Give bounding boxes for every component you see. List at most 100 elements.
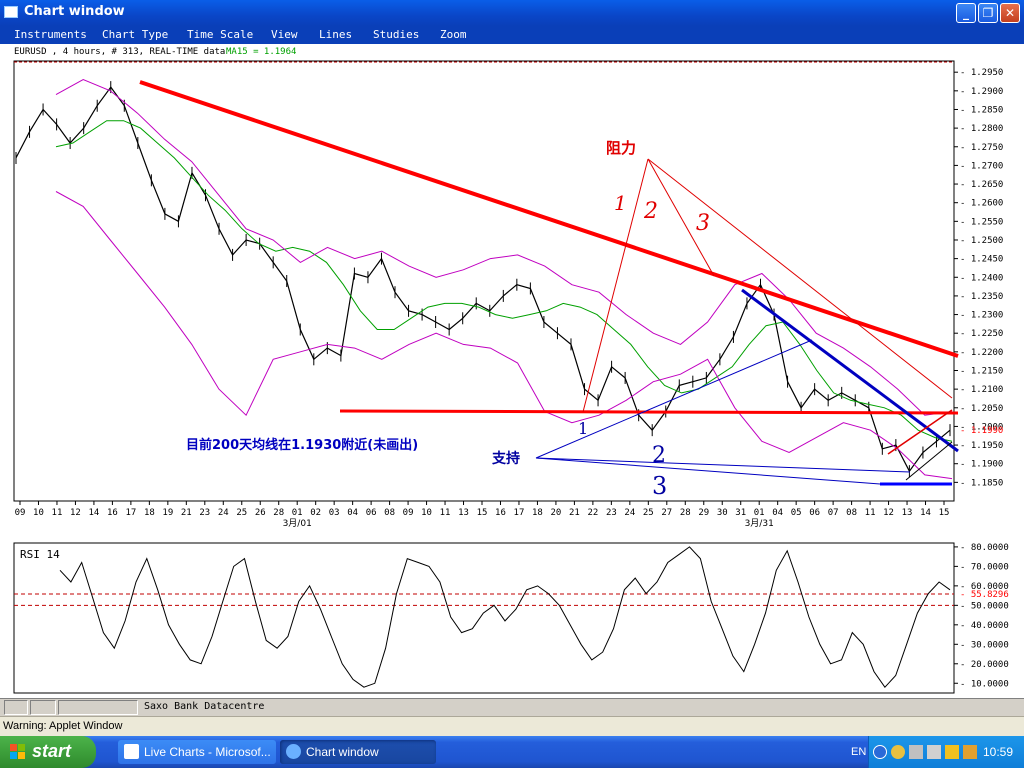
resistance-number-2: 2 <box>643 199 658 224</box>
price-y-tick-label: - 1.1900 <box>960 460 1003 470</box>
resistance-number-3: 3 <box>696 211 710 236</box>
price-x-tick-label: 08 <box>846 508 857 518</box>
price-x-tick-label: 04 <box>772 508 783 518</box>
price-x-tick-label: 11 <box>865 508 876 518</box>
window-icon <box>4 6 18 18</box>
tray-tools-icon[interactable] <box>909 745 923 759</box>
language-indicator[interactable]: EN <box>851 746 866 758</box>
price-y-tick-label: - 1.2150 <box>960 366 1003 376</box>
taskbar-item-chart-window[interactable]: Chart window <box>280 740 436 764</box>
resistance-number-1: 1 <box>614 191 627 215</box>
price-x-tick-label: 25 <box>236 508 247 518</box>
system-tray: EN 10:59 <box>851 736 1024 768</box>
price-x-tick-label: 26 <box>255 508 266 518</box>
price-x-tick-label: 31 <box>735 508 746 518</box>
start-label: start <box>32 741 72 761</box>
price-x-tick-label: 27 <box>661 508 672 518</box>
menu-lines[interactable]: Lines <box>319 28 352 41</box>
maximize-button[interactable]: ❐ <box>978 3 998 23</box>
rsi-y-tick-label: - 40.0000 <box>960 621 1009 631</box>
price-x-tick-label: 16 <box>495 508 506 518</box>
price-month-label: 3月/01 <box>283 518 312 529</box>
price-x-tick-label: 17 <box>514 508 525 518</box>
price-y-tick-label: - 1.2200 <box>960 348 1003 358</box>
price-month-label: 3月/31 <box>745 518 774 529</box>
support-number-3: 3 <box>652 472 667 500</box>
price-x-tick-label: 16 <box>107 508 118 518</box>
last-price-label: - 1.1990 <box>960 426 1003 436</box>
price-x-tick-label: 14 <box>920 508 931 518</box>
support-horizontal-line <box>339 409 959 415</box>
price-x-tick-label: 23 <box>199 508 210 518</box>
price-x-tick-label: 04 <box>347 508 358 518</box>
price-y-tick-label: - 1.2700 <box>960 161 1003 171</box>
price-x-tick-label: 30 <box>717 508 728 518</box>
status-row: Saxo Bank Datacentre <box>0 698 1024 716</box>
tray-warning-icon[interactable] <box>945 745 959 759</box>
menu-bar: Instruments Chart Type Time Scale View L… <box>0 26 1024 44</box>
instrument-info: EURUSD , 4 hours, # 313, REAL-TIME data <box>14 47 226 57</box>
price-x-tick-label: 12 <box>883 508 894 518</box>
scroll-left-button[interactable] <box>4 700 28 715</box>
price-x-tick-label: 21 <box>569 508 580 518</box>
price-x-tick-label: 13 <box>902 508 913 518</box>
price-plot-frame <box>13 60 955 502</box>
start-button[interactable]: start <box>0 736 96 768</box>
price-y-tick-label: - 1.2850 <box>960 105 1003 115</box>
ie-window-icon <box>124 744 139 759</box>
data-source: Saxo Bank Datacentre <box>144 701 265 712</box>
price-y-tick-label: - 1.2350 <box>960 292 1003 302</box>
price-y-tick-label: - 1.1850 <box>960 478 1003 488</box>
price-y-tick-label: - 1.2750 <box>960 143 1003 153</box>
price-x-axis: 09 10 11 12 14 16 17 18 19 21 23 24 25 26 28 01 02 03 04 06… <box>15 501 950 529</box>
status-cell <box>58 700 138 715</box>
price-x-tick-label: 15 <box>477 508 488 518</box>
price-chart[interactable]: - 1.2950 - 1.2900 - 1.2850 - 1.2800 - 1.2750… <box>0 58 1024 538</box>
price-x-tick-label: 05 <box>791 508 802 518</box>
price-x-tick-label: 09 <box>15 508 26 518</box>
close-button[interactable]: ✕ <box>1000 3 1020 23</box>
price-x-tick-label: 20 <box>550 508 561 518</box>
price-x-tick-label: 28 <box>680 508 691 518</box>
java-window-icon <box>286 744 301 759</box>
menu-instruments[interactable]: Instruments <box>14 28 87 41</box>
price-x-tick-label: 17 <box>125 508 136 518</box>
minimize-button[interactable]: _ <box>956 3 976 23</box>
price-x-tick-label: 18 <box>144 508 155 518</box>
price-x-tick-label: 28 <box>273 508 284 518</box>
taskbar-item-live-charts[interactable]: Live Charts - Microsof... <box>118 740 276 764</box>
tray-pen-icon[interactable] <box>963 745 977 759</box>
menu-zoom[interactable]: Zoom <box>440 28 467 41</box>
applet-warning: Warning: Applet Window <box>0 716 1024 736</box>
price-y-tick-label: - 1.2600 <box>960 199 1003 209</box>
tray-app-icon[interactable] <box>891 745 905 759</box>
tray-network-icon[interactable] <box>927 745 941 759</box>
ma200-note: 目前200天均线在1.1930附近(未画出) <box>186 437 418 453</box>
support-label: 支持 <box>491 450 520 467</box>
rsi-y-tick-label: - 80.0000 <box>960 543 1009 553</box>
menu-view[interactable]: View <box>271 28 298 41</box>
price-y-tick-label: - 1.2900 <box>960 87 1003 97</box>
window-titlebar[interactable]: Chart window _ ❐ ✕ <box>0 0 1024 26</box>
price-x-tick-label: 09 <box>403 508 414 518</box>
tray-expand-icon[interactable] <box>873 745 887 759</box>
support-number-2: 2 <box>652 443 666 468</box>
price-y-tick-label: - 1.2450 <box>960 255 1003 265</box>
menu-chart-type[interactable]: Chart Type <box>102 28 168 41</box>
price-x-tick-label: 07 <box>828 508 839 518</box>
price-x-tick-label: 12 <box>70 508 81 518</box>
price-x-tick-label: 02 <box>310 508 321 518</box>
resistance-label: 阻力 <box>606 139 636 157</box>
price-x-tick-label: 14 <box>88 508 99 518</box>
price-x-tick-label: 11 <box>52 508 63 518</box>
price-x-tick-label: 15 <box>939 508 950 518</box>
taskbar-item-label: Chart window <box>306 745 379 759</box>
support-number-1: 1 <box>578 419 588 438</box>
rsi-chart[interactable]: RSI 14 - 80.0000- 70.0000- 60.0000- 50.0… <box>0 540 1024 698</box>
scroll-handle[interactable] <box>30 700 56 715</box>
rsi-plot-frame <box>13 542 955 694</box>
menu-studies[interactable]: Studies <box>373 28 419 41</box>
menu-time-scale[interactable]: Time Scale <box>187 28 253 41</box>
price-x-tick-label: 25 <box>643 508 654 518</box>
price-x-tick-label: 21 <box>181 508 192 518</box>
